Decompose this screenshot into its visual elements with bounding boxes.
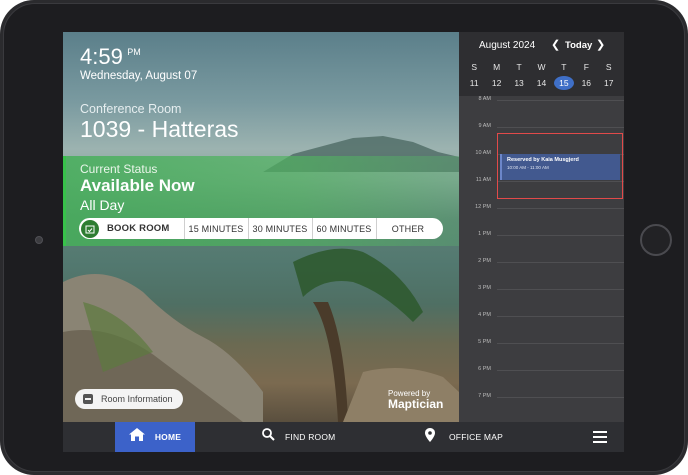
- weekday-label: F: [583, 62, 589, 72]
- weekday-row: S M T W T F S: [459, 60, 624, 74]
- event-title: Reserved by Kaia Musgjerd: [507, 157, 579, 163]
- book-room-button[interactable]: BOOK ROOM: [79, 218, 185, 239]
- camera-icon: [35, 236, 43, 244]
- status-label: Current Status: [80, 162, 158, 176]
- hour-label: 1 PM: [478, 231, 491, 237]
- hour-line: [497, 370, 624, 371]
- hour-label: 10 AM: [475, 150, 491, 156]
- room-type-label: Conference Room: [80, 102, 182, 116]
- search-icon: [262, 428, 275, 446]
- calendar-panel: August 2024 ❮ Today ❯ S M T W T F S 11 1…: [459, 32, 624, 422]
- calendar-year: 2024: [512, 40, 536, 51]
- room-information-button[interactable]: Room Information: [75, 389, 183, 409]
- nav-office-map-button[interactable]: OFFICE MAP: [425, 422, 503, 452]
- date-cell[interactable]: 13: [509, 76, 529, 90]
- hour-line: [497, 316, 624, 317]
- chevron-right-icon[interactable]: ❯: [596, 38, 605, 51]
- book-30-minutes-button[interactable]: 30 MINUTES: [249, 218, 313, 239]
- hour-line: [497, 397, 624, 398]
- book-room-label: BOOK ROOM: [107, 223, 170, 234]
- booking-bar: BOOK ROOM 15 MINUTES 30 MINUTES 60 MINUT…: [79, 218, 443, 239]
- info-icon: [83, 394, 93, 404]
- device-home-button[interactable]: [640, 224, 672, 256]
- book-other-button[interactable]: OTHER: [377, 218, 440, 239]
- weekday-label: S: [471, 62, 478, 72]
- hour-line: [497, 208, 624, 209]
- nav-find-room-button[interactable]: FIND ROOM: [262, 422, 335, 452]
- clock: 4:59 PM: [80, 44, 141, 70]
- book-15-minutes-button[interactable]: 15 MINUTES: [185, 218, 249, 239]
- hour-label: 6 PM: [478, 366, 491, 372]
- status-value: Available Now: [80, 176, 195, 195]
- tablet-frame: 4:59 PM Wednesday, August 07 Conference …: [0, 0, 688, 475]
- hour-line: [497, 235, 624, 236]
- nav-home-button[interactable]: HOME: [115, 422, 195, 452]
- clock-ampm: PM: [127, 47, 141, 57]
- maptician-logo: Maptician: [388, 397, 444, 411]
- nav-office-map-label: OFFICE MAP: [449, 432, 503, 442]
- today-button[interactable]: Today: [565, 40, 592, 51]
- room-information-label: Room Information: [101, 394, 173, 404]
- event-time: 10:00 AM - 11:00 AM: [507, 165, 549, 170]
- hour-line: [497, 262, 624, 263]
- room-name: 1039 - Hatteras: [80, 116, 239, 142]
- powered-by-logo: Powered by Maptician: [388, 389, 443, 411]
- room-display-screen: 4:59 PM Wednesday, August 07 Conference …: [63, 32, 624, 452]
- nav-home-label: HOME: [154, 432, 182, 442]
- hour-label: 5 PM: [478, 339, 491, 345]
- bottom-navigation: HOME FIND ROOM OFFICE MAP: [63, 422, 624, 452]
- hour-label: 8 AM: [478, 96, 491, 102]
- clock-time: 4:59: [80, 44, 123, 69]
- date-row: 11 12 13 14 15 16 17: [459, 76, 624, 90]
- calendar-check-icon: [81, 219, 99, 238]
- weekday-label: W: [537, 62, 546, 72]
- status-duration: All Day: [80, 197, 125, 213]
- calendar-month: August: [479, 40, 511, 51]
- hour-label: 11 AM: [475, 177, 491, 183]
- background-landscape: 4:59 PM Wednesday, August 07 Conference …: [63, 32, 459, 422]
- calendar-month-year: August 2024: [479, 40, 535, 51]
- hour-line: [497, 127, 624, 128]
- hour-line: [497, 100, 624, 101]
- date-cell[interactable]: 17: [599, 76, 619, 90]
- date-cell[interactable]: 11: [464, 76, 484, 90]
- hour-label: 3 PM: [478, 285, 491, 291]
- weekday-label: T: [561, 62, 567, 72]
- book-60-minutes-button[interactable]: 60 MINUTES: [313, 218, 377, 239]
- hour-label: 12 PM: [475, 204, 491, 210]
- hour-line: [497, 289, 624, 290]
- hour-label: 2 PM: [478, 258, 491, 264]
- date-cell[interactable]: 12: [487, 76, 507, 90]
- hour-line: [497, 343, 624, 344]
- clock-date: Wednesday, August 07: [80, 70, 198, 82]
- chevron-left-icon[interactable]: ❮: [551, 38, 560, 51]
- weekday-label: T: [516, 62, 522, 72]
- calendar-header: August 2024 ❮ Today ❯ S M T W T F S 11 1…: [459, 32, 624, 96]
- hour-label: 4 PM: [478, 312, 491, 318]
- weekday-label: M: [493, 62, 501, 72]
- map-pin-icon: [425, 427, 435, 447]
- date-cell-selected[interactable]: 15: [553, 76, 574, 90]
- date-cell[interactable]: 14: [531, 76, 551, 90]
- hour-label: 9 AM: [478, 123, 491, 129]
- reservation-event[interactable]: Reserved by Kaia Musgjerd 10:00 AM - 11:…: [500, 154, 620, 180]
- home-icon: [128, 428, 145, 446]
- hour-label: 7 PM: [478, 393, 491, 399]
- date-cell[interactable]: 16: [576, 76, 596, 90]
- weekday-label: S: [605, 62, 612, 72]
- menu-icon[interactable]: [593, 431, 607, 443]
- nav-find-room-label: FIND ROOM: [285, 432, 336, 442]
